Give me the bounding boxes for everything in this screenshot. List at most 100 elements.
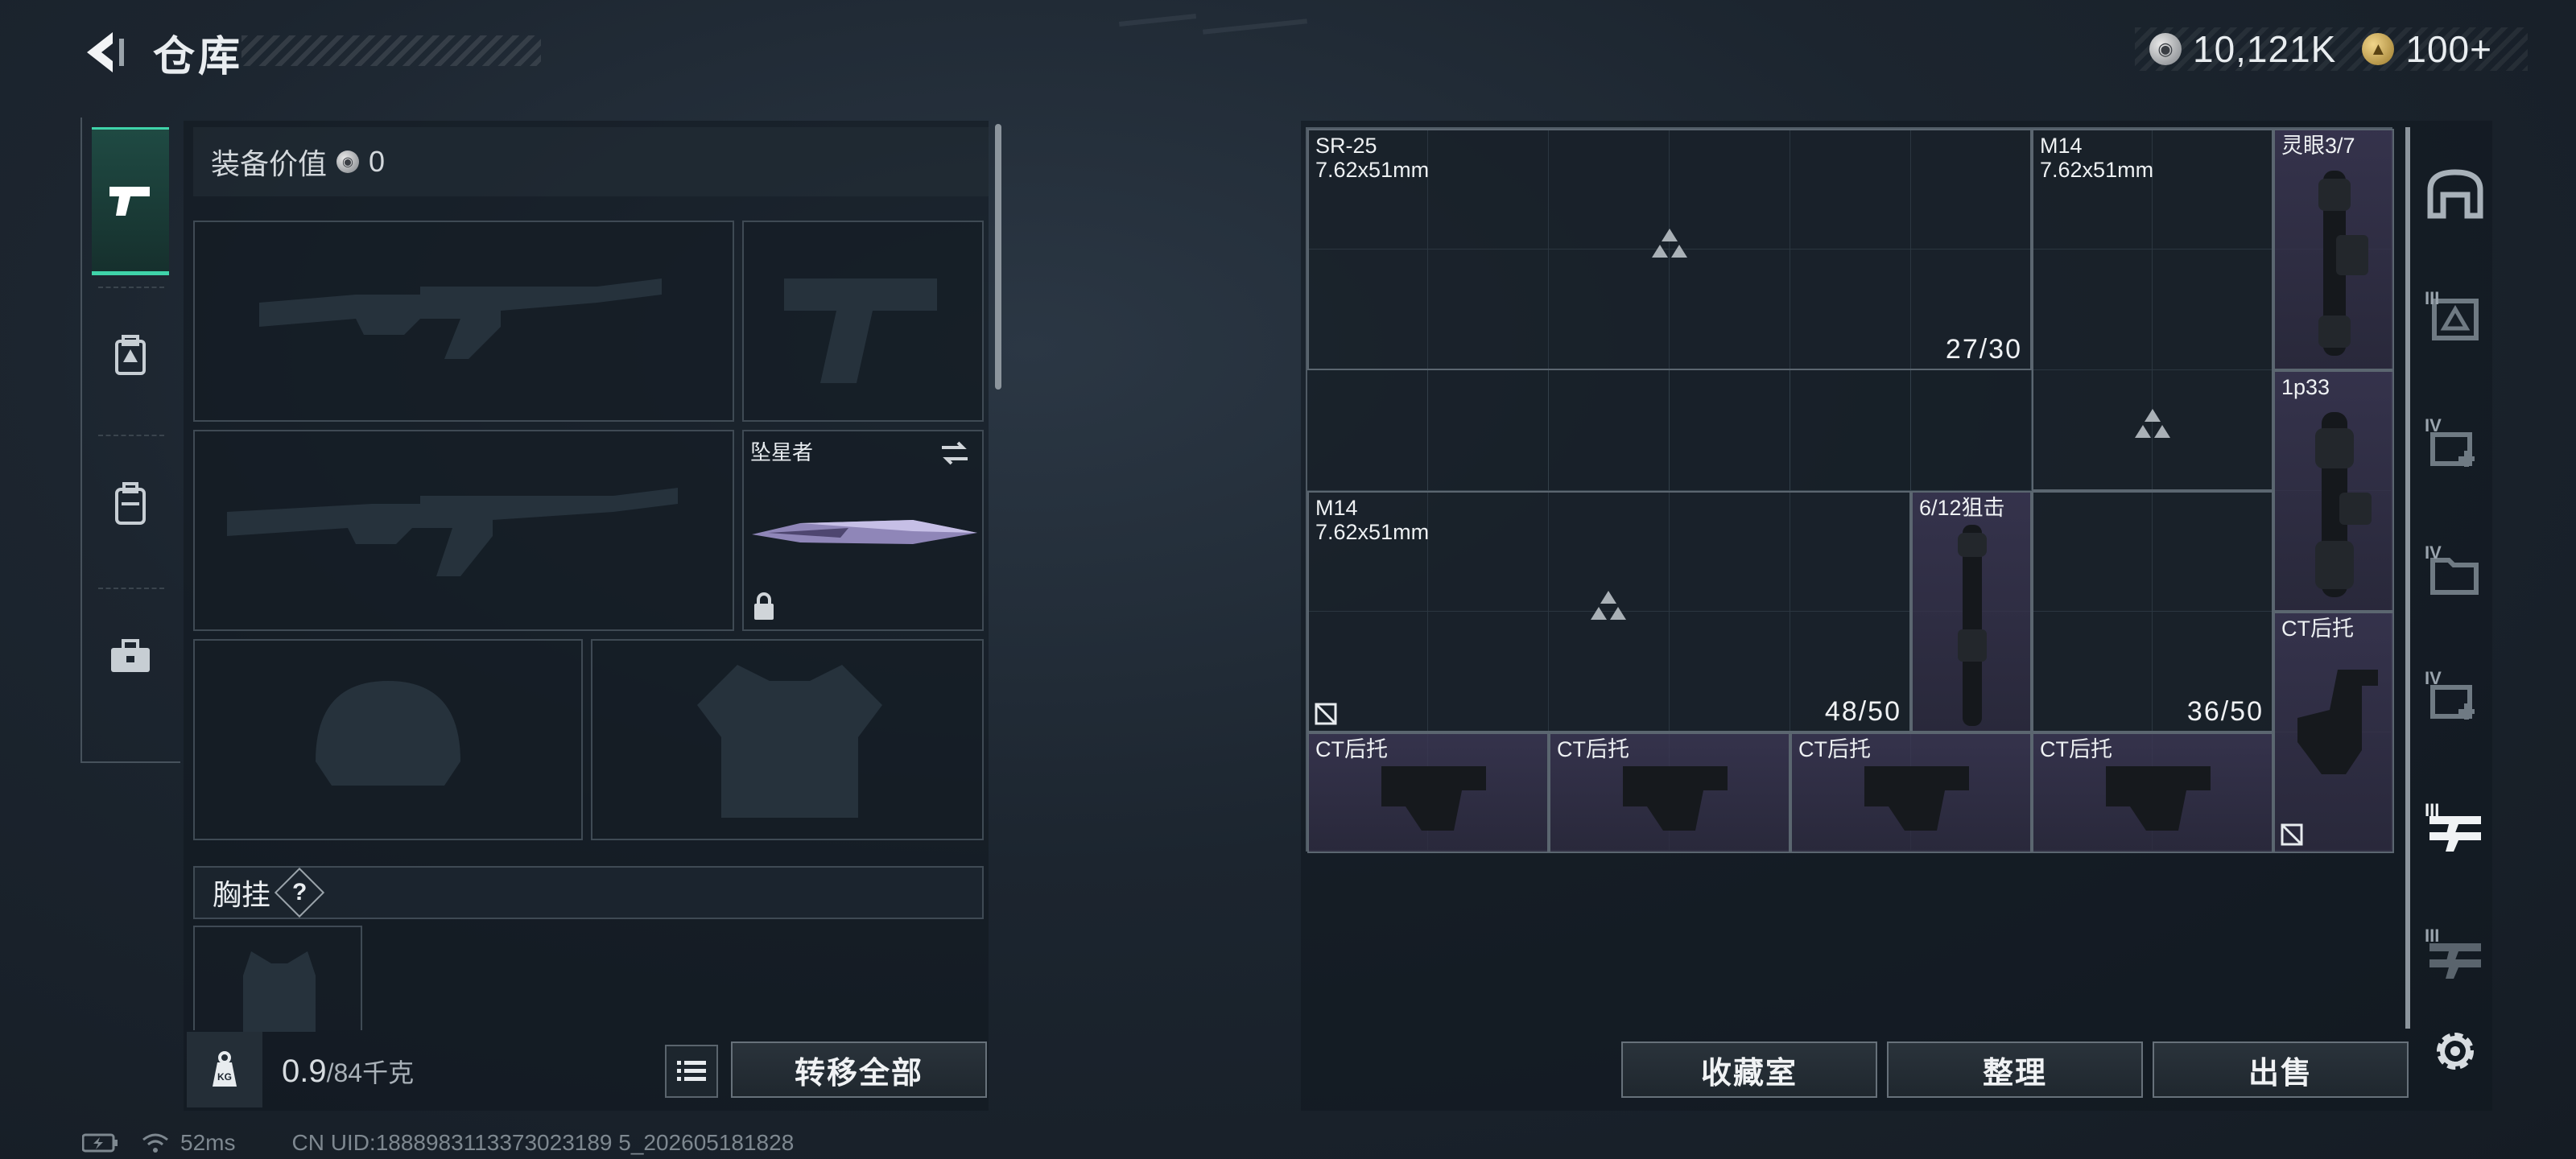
sidearm-slot[interactable] [742, 221, 984, 422]
user-uid: CN UID:1888983113373023189 5_20260518182… [291, 1130, 795, 1155]
help-icon[interactable]: ? [274, 867, 325, 918]
rifle-stock-icon [2106, 766, 2211, 831]
silver-currency-value: 10,121K [2192, 28, 2337, 70]
background-streak [1118, 13, 1197, 27]
background-streak [1203, 19, 1307, 35]
rifle-scope-icon [1958, 525, 1987, 726]
home-icon [2427, 169, 2483, 219]
pistol-icon [109, 187, 150, 216]
item-name: 6/12狙击 [1919, 496, 2005, 520]
status-bar: 52ms CN UID:1888983113373023189 5_202605… [82, 1130, 794, 1156]
title-decoration [242, 35, 541, 66]
transfer-all-button[interactable]: 转移全部 [731, 1041, 987, 1098]
weight-indicator: KG [187, 1032, 262, 1107]
settings-button[interactable] [2415, 1011, 2496, 1091]
rail-divider [98, 287, 164, 288]
storage-grid: SR-25 7.62x51mm 27/30 M14 7.62x51mm 灵眼3/… [1306, 127, 2394, 853]
swap-icon[interactable] [939, 439, 971, 467]
combat-knife-icon [752, 520, 977, 544]
rarity-triangle-icon [2135, 409, 2170, 438]
item-name: M14 7.62x51mm [1315, 496, 1430, 544]
silver-coin-icon: ◉ [336, 151, 360, 173]
pistol-silhouette-icon [784, 278, 937, 383]
collection-room-button[interactable]: 收藏室 [1621, 1041, 1877, 1098]
toolbox-icon [111, 639, 150, 672]
item-name: 1p33 [2281, 375, 2330, 399]
rifle-scope-icon [2318, 171, 2368, 356]
storage-item-m14[interactable]: M14 7.62x51mm [2032, 129, 2273, 491]
rifle-silhouette-icon [227, 488, 678, 576]
silver-coin-icon: ◉ [2149, 33, 2182, 65]
currency-bar: ◉ 10,121K ▲ 100+ [2134, 27, 2528, 71]
sell-button[interactable]: 出售 [2153, 1041, 2409, 1098]
storage-home-tab[interactable] [2415, 153, 2496, 233]
rifle-scope-icon [2315, 412, 2372, 597]
category-rail [80, 118, 180, 763]
rail-divider [98, 588, 164, 589]
sort-button[interactable]: 整理 [1887, 1041, 2143, 1098]
helmet-slot[interactable] [193, 639, 583, 840]
storage-item-ct-stock[interactable]: CT后托 [1790, 732, 2032, 853]
vest-silhouette-icon [697, 665, 882, 818]
storage-item-ct-stock[interactable]: CT后托 [1549, 732, 1790, 853]
body-armor-slot[interactable] [591, 639, 984, 840]
storage-item-ct-stock[interactable]: CT后托 [1307, 732, 1549, 853]
storage-item-ammo[interactable]: 36/50 [2032, 491, 2273, 732]
backpack-icon [115, 482, 146, 525]
ammo-count: 27/30 [1945, 334, 2022, 365]
primary-weapon-slot[interactable] [193, 221, 734, 422]
lock-icon [754, 592, 774, 620]
storage-tier-tab[interactable]: III [2415, 916, 2496, 996]
chest-rig-header: 胸挂 ? [193, 866, 984, 919]
storage-tier-tab[interactable]: III [2415, 278, 2496, 359]
rifle-stock-icon [1864, 766, 1969, 831]
item-name: M14 7.62x51mm [2040, 134, 2154, 182]
rarity-triangle-icon [1652, 229, 1687, 258]
weight-max: /84千克 [326, 1058, 415, 1087]
back-button[interactable] [77, 24, 134, 80]
loadout-scrollbar[interactable] [995, 124, 1001, 390]
weight-current: 0.9 [282, 1054, 327, 1089]
svg-text:KG: KG [217, 1071, 232, 1083]
storage-item-m14-2[interactable]: M14 7.62x51mm 48/50 [1307, 491, 1911, 732]
chest-rig-silhouette-icon [243, 951, 316, 1032]
storage-item-scope-3-7[interactable]: 灵眼3/7 [2273, 129, 2394, 370]
storage-item-sr25[interactable]: SR-25 7.62x51mm 27/30 [1307, 129, 2032, 370]
secondary-weapon-slot[interactable] [193, 430, 734, 631]
list-icon [677, 1061, 706, 1081]
equipment-value-amount: 0 [369, 145, 386, 178]
armor-icon [115, 335, 146, 375]
carry-weight: 0.9/84千克 [282, 1053, 414, 1090]
category-armor-tab[interactable] [92, 291, 169, 420]
storage-item-sniper-scope-6-12[interactable]: 6/12狙击 [1911, 491, 2032, 732]
category-toolbox-tab[interactable] [92, 592, 169, 721]
no-slot-icon [2281, 823, 2303, 846]
storage-item-ct-stock[interactable]: CT后托 [2273, 612, 2394, 853]
ping-value: 52ms [180, 1130, 236, 1155]
gear-icon [2437, 1033, 2474, 1070]
item-name: SR-25 7.62x51mm [1315, 134, 1430, 182]
storage-tier-tab[interactable]: IV [2415, 658, 2496, 739]
rarity-triangle-icon [1591, 591, 1626, 620]
storage-tier-tab-active[interactable]: III [2415, 789, 2496, 869]
rail-divider [98, 435, 164, 436]
storage-tier-tab[interactable]: IV [2415, 406, 2496, 486]
battery-icon [82, 1133, 118, 1153]
ammo-count: 48/50 [1824, 696, 1901, 727]
category-backpack-tab[interactable] [92, 439, 169, 568]
item-name: CT后托 [2281, 617, 2354, 641]
storage-scrollbar[interactable] [2405, 127, 2410, 1029]
chest-rig-slot[interactable] [193, 926, 362, 1032]
category-weapons-tab[interactable] [92, 127, 169, 275]
storage-tier-tab[interactable]: IV [2415, 533, 2496, 613]
wifi-icon [142, 1133, 168, 1153]
gold-currency-value: 100+ [2405, 28, 2492, 70]
page-title: 仓库 [153, 34, 244, 80]
melee-slot[interactable]: 坠星者 [742, 430, 984, 631]
weight-icon: KG [213, 1051, 237, 1087]
storage-item-scope-1p33[interactable]: 1p33 [2273, 370, 2394, 612]
list-view-button[interactable] [665, 1045, 718, 1098]
chest-rig-label: 胸挂 [213, 878, 271, 911]
storage-item-ct-stock[interactable]: CT后托 [2032, 732, 2273, 853]
rifle-silhouette-icon [259, 278, 662, 359]
